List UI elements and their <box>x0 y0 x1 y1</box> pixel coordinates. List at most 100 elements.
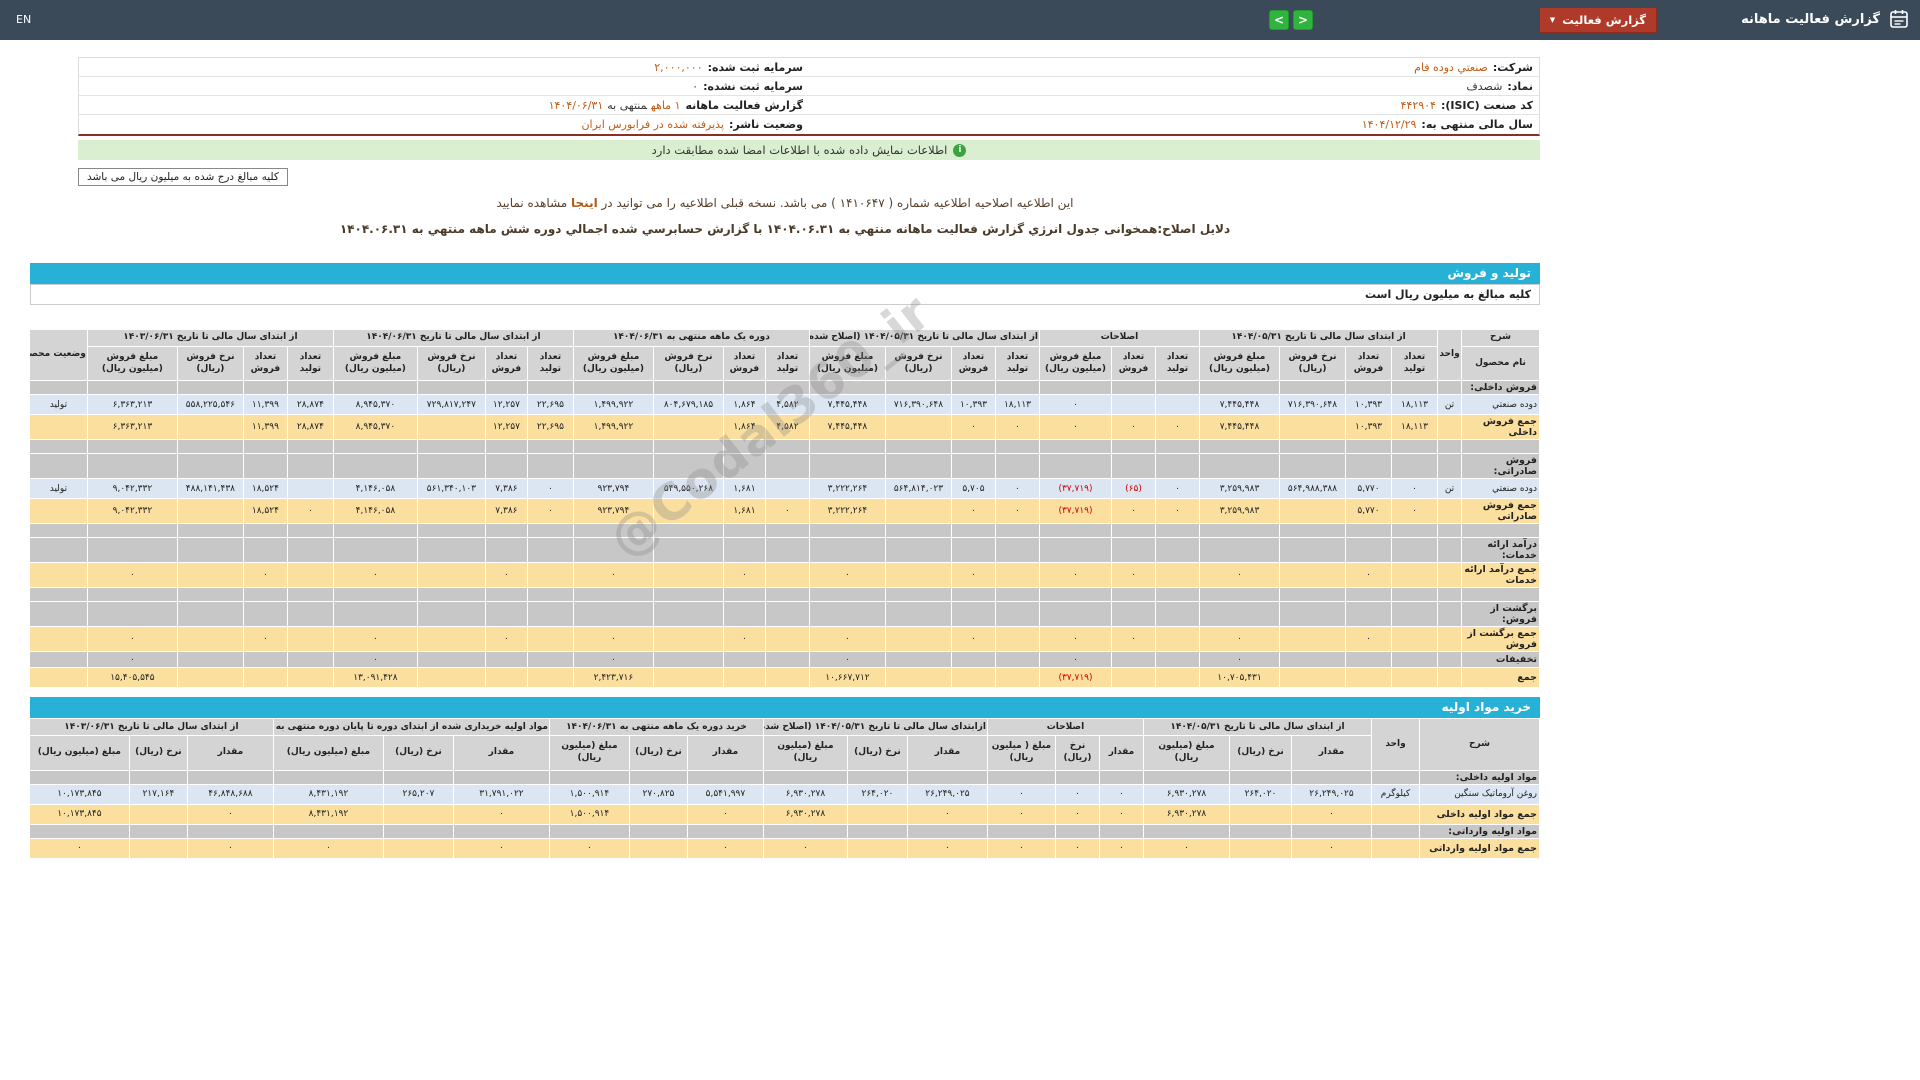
table-cell <box>1437 601 1462 628</box>
column-header: نرخ فروش (ریال) <box>652 345 724 382</box>
table-cell <box>884 587 952 603</box>
table-cell <box>572 380 654 396</box>
table-cell <box>28 523 88 539</box>
table-cell <box>1111 394 1156 416</box>
table-cell <box>652 601 724 628</box>
table-cell <box>28 587 88 603</box>
table-row-data: دوده صنعتي تن ۱۸,۱۱۳ ۱۰,۳۹۳ ۷۱۶,۳۹۰,۶۴۸ ۷,۴۴۵… <box>28 394 1540 416</box>
table-cell <box>416 380 486 396</box>
table-cell: ۵۵۸,۲۲۵,۵۴۶ <box>176 394 244 416</box>
prev-report-button[interactable]: < <box>1269 10 1289 30</box>
report-type-dropdown[interactable]: گزارش فعالیت ▼ <box>1538 7 1657 33</box>
table-cell: جمع <box>1461 667 1540 689</box>
column-header: تعداد فروش <box>722 345 766 382</box>
table-cell <box>1437 439 1462 455</box>
table-cell: ۰ <box>686 803 764 825</box>
column-header: تعداد تولید <box>994 345 1040 382</box>
info-label: نماد: <box>1507 79 1533 93</box>
table-cell <box>722 380 766 396</box>
table-cell <box>1391 667 1438 689</box>
table-cell: ۰ <box>1038 562 1113 589</box>
table-cell <box>526 453 574 480</box>
column-header: تعداد فروش <box>484 345 528 382</box>
table-cell: ۳,۲۲۲,۲۶۴ <box>808 478 886 500</box>
table-row-section: مواد اولیه داخلی: <box>28 769 1540 785</box>
table-row-sum: جمع فروش صادراتی ۰ ۵,۷۷۰ ۳,۲۵۹,۹۸۳ ۰ ۰ (۳۷,۷۱۹… <box>28 498 1540 525</box>
table-cell: ۰ <box>722 562 766 589</box>
table-cell: ۱۰,۶۶۷,۷۱۲ <box>808 667 886 689</box>
language-toggle[interactable]: EN <box>16 13 31 26</box>
table-cell <box>764 380 810 396</box>
table-cell <box>526 439 574 455</box>
table-cell <box>1437 523 1462 539</box>
table-cell <box>272 769 384 785</box>
table-cell <box>652 380 724 396</box>
table-cell <box>652 439 724 455</box>
table-cell <box>1391 626 1438 653</box>
column-header: واحد <box>1371 718 1420 771</box>
table-cell <box>1038 380 1113 396</box>
column-header: مبلغ (میلیون ریال) <box>1142 735 1231 771</box>
table-cell <box>652 587 724 603</box>
table-cell: ۰ <box>1038 414 1113 441</box>
table-cell <box>416 498 486 525</box>
table-cell <box>1437 626 1462 653</box>
table-cell <box>994 523 1040 539</box>
table-cell: (۶۵) <box>1111 478 1156 500</box>
column-header: وضعیت محصول-واحد <box>28 328 88 382</box>
table-cell <box>1371 803 1420 825</box>
table-row-sum: جمع مواد اولیه داخلی ۰ ۶,۹۳۰,۲۷۸ ۰ ۰ ۰ ۰ ۶,۹۳۰,… <box>28 803 1540 825</box>
table-cell: ۶,۹۳۰,۲۷۸ <box>1142 803 1231 825</box>
table-cell: ۷,۴۴۵,۴۴۸ <box>1199 394 1280 416</box>
table-cell <box>452 769 550 785</box>
table-row-section: فروش صادراتی: <box>28 453 1540 480</box>
table-cell: تن <box>1437 394 1462 416</box>
table-cell <box>526 587 574 603</box>
table-cell <box>286 626 334 653</box>
table-cell <box>1279 667 1346 689</box>
report-page: شرکت: صنعتي دوده فام سرمایه ثبت شده: ۲,۰۰۰,… <box>28 57 1540 859</box>
table-cell <box>128 769 188 785</box>
table-cell: ۷,۳۸۶ <box>484 498 528 525</box>
table-cell: ۰ <box>452 803 550 825</box>
info-label: کد صنعت (ISIC): <box>1440 98 1533 112</box>
info-label: گزارش فعالیت ماهانه <box>685 98 804 112</box>
table-cell <box>722 439 766 455</box>
column-header: از ابتدای سال مالی تا تاریخ ۱۴۰۴/۰۶/۳۱ <box>332 329 574 347</box>
table-cell <box>484 537 528 564</box>
table-cell <box>286 587 334 603</box>
table-cell: مواد اولیه وارداتی: <box>1419 823 1540 839</box>
table-cell <box>176 498 244 525</box>
info-value: ۴۴۲۹۰۴ <box>1400 98 1436 112</box>
info-field: وضعیت ناشر: پذیرفته شده در فرابورس ایران <box>79 118 809 131</box>
table-cell: ۲۶,۲۴۹,۰۲۵ <box>906 783 988 805</box>
previous-version-link[interactable]: اینجا <box>571 196 598 210</box>
table-cell <box>764 667 810 689</box>
table-cell: ۱,۶۸۱ <box>722 498 766 525</box>
next-report-button[interactable]: > <box>1293 10 1313 30</box>
table-cell <box>764 453 810 480</box>
table-cell <box>994 453 1040 480</box>
table-cell <box>1038 439 1113 455</box>
table-cell <box>1229 803 1292 825</box>
table-cell: ۲۶۴,۰۲۰ <box>1229 783 1292 805</box>
column-header: از ابتدای سال مالی تا تاریخ ۱۴۰۴/۰۵/۳۱ <box>1199 329 1438 347</box>
table-cell <box>28 453 88 480</box>
table-cell <box>652 498 724 525</box>
table-cell: ۰ <box>526 498 574 525</box>
table-cell: ۰ <box>1054 803 1100 825</box>
table-cell <box>884 498 952 525</box>
table-cell <box>484 587 528 603</box>
table-cell: ۰ <box>986 837 1056 859</box>
table-cell <box>1279 414 1346 441</box>
table-row-sum: جمع درآمد ارائه خدمات ۰ ۰ ۰ ۰ ۰ ۰ ۰ ۰ ۰ ۰ ۰ ۰ <box>28 562 1540 589</box>
table-cell <box>484 601 528 628</box>
table-cell: ۴,۱۴۶,۰۵۸ <box>332 498 418 525</box>
table-cell <box>884 537 952 564</box>
table-cell <box>950 453 996 480</box>
column-header: نرخ فروش (ریال) <box>176 345 244 382</box>
table-cell: ۱,۵۰۰,۹۱۴ <box>548 803 630 825</box>
table-cell <box>176 439 244 455</box>
table-row-sum: جمع فروش داخلی ۱۸,۱۱۳ ۱۰,۳۹۳ ۷,۴۴۵,۴۴۸ ۰ ۰ ۰ ۰ ۰… <box>28 414 1540 441</box>
table-cell: ۰ <box>332 651 418 669</box>
